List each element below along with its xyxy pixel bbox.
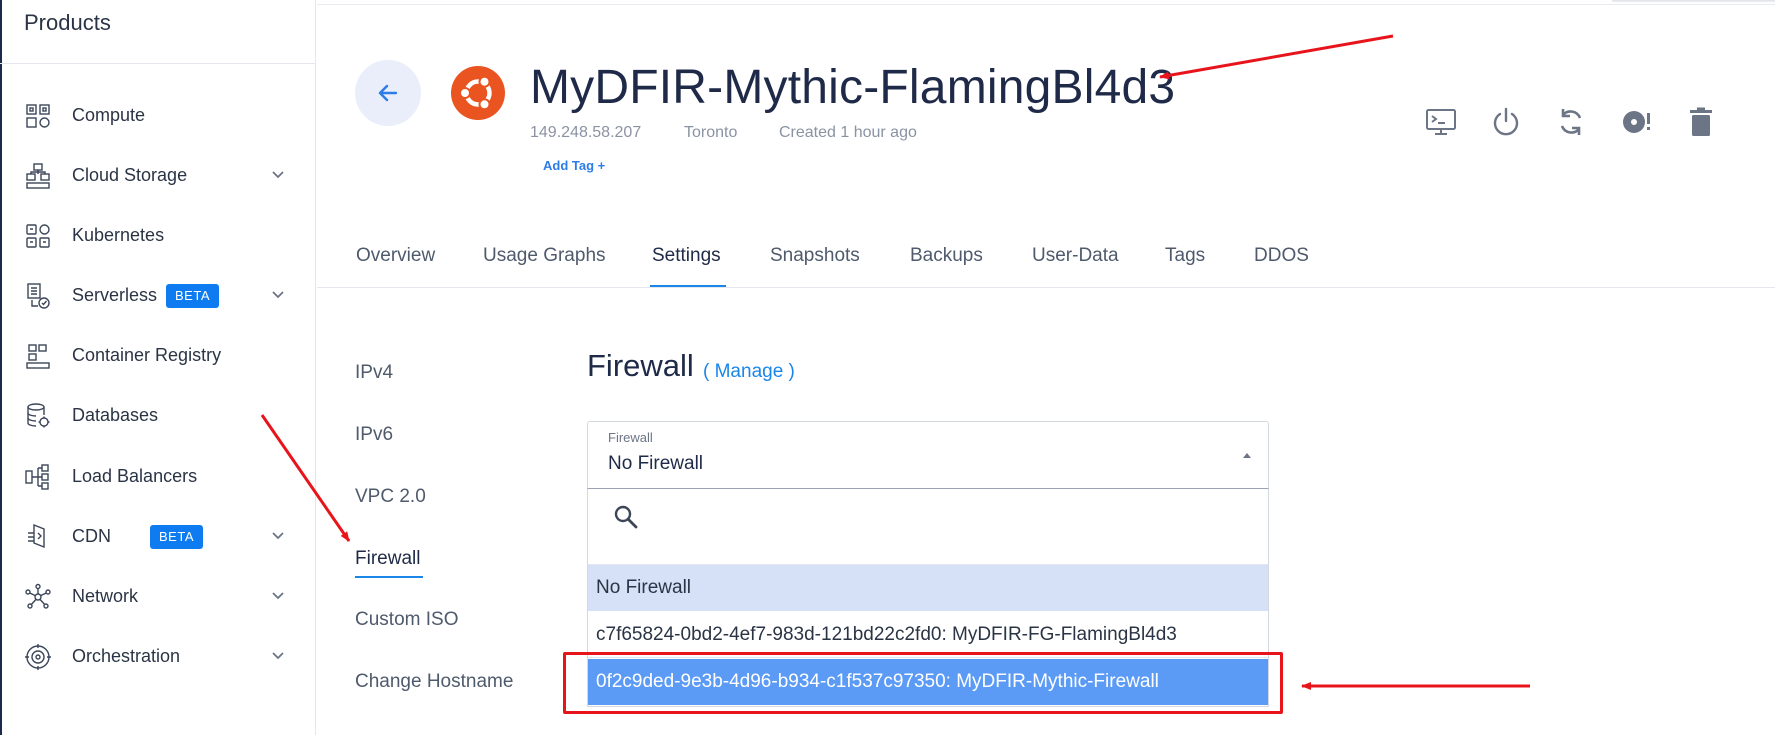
beta-badge: BETA (150, 525, 203, 549)
ubuntu-logo-icon (451, 66, 505, 120)
active-settings-indicator (355, 576, 423, 578)
firewall-manage-link[interactable]: ( Manage ) (703, 361, 795, 383)
serverless-icon (27, 283, 50, 309)
sidebar-divider (0, 63, 315, 64)
tab-usage-graphs[interactable]: Usage Graphs (483, 245, 606, 267)
sidebar-title: Products (24, 10, 111, 35)
sidebar-item-orchestration[interactable]: Orchestration (0, 634, 315, 678)
sidebar-item-label: Compute (72, 104, 146, 125)
sidebar-item-label: Databases (72, 404, 159, 425)
container-registry-icon (26, 344, 50, 369)
tab-snapshots[interactable]: Snapshots (770, 245, 860, 267)
cdn-icon (28, 523, 45, 549)
sidebar-item-label: CDN (72, 525, 111, 546)
chevron-down-icon (272, 532, 284, 540)
sidebar-item-kubernetes[interactable]: Kubernetes (0, 213, 315, 257)
sidebar-item-network[interactable]: Network (0, 574, 315, 618)
back-button[interactable] (355, 60, 421, 126)
settings-nav-ipv6[interactable]: IPv6 (355, 424, 393, 446)
tab-overview[interactable]: Overview (356, 245, 435, 267)
sidebar-item-label: Container Registry (72, 344, 222, 365)
sidebar-item-compute[interactable]: Compute (0, 93, 315, 137)
sidebar-item-serverless[interactable]: Serverless BETA (0, 273, 315, 317)
compute-icon (26, 104, 50, 128)
firewall-heading: Firewall (587, 348, 694, 383)
tabs-divider (317, 287, 1775, 288)
restart-icon[interactable] (1555, 106, 1587, 138)
sidebar-item-load-balancers[interactable]: Load Balancers (0, 454, 315, 498)
firewall-search-input[interactable] (648, 507, 1248, 537)
firewall-select-value: No Firewall (608, 453, 704, 474)
network-icon (25, 583, 51, 609)
reinstall-icon[interactable] (1620, 106, 1652, 138)
tab-settings[interactable]: Settings (652, 245, 721, 267)
trash-icon[interactable] (1685, 106, 1717, 138)
settings-nav-firewall[interactable]: Firewall (355, 548, 420, 570)
caret-up-icon (1243, 453, 1251, 458)
sidebar: Products Compute Cloud Storage Kubernete… (0, 0, 316, 735)
instance-title: MyDFIR-Mythic-FlamingBl4d3 (530, 61, 1176, 114)
tab-backups[interactable]: Backups (910, 245, 983, 267)
sidebar-item-databases[interactable]: Databases (0, 393, 315, 437)
sidebar-item-cdn[interactable]: CDN BETA (0, 514, 315, 558)
annotation-highlight-box (563, 652, 1283, 714)
sidebar-item-label: Cloud Storage (72, 164, 188, 185)
cloud-storage-icon (26, 163, 50, 189)
add-tag-link[interactable]: Add Tag + (543, 158, 605, 173)
beta-badge: BETA (166, 284, 219, 308)
tab-tags[interactable]: Tags (1165, 245, 1205, 267)
chevron-down-icon (272, 171, 284, 179)
top-shadow (1612, 0, 1775, 3)
tab-ddos[interactable]: DDOS (1254, 245, 1309, 267)
kubernetes-icon (26, 224, 50, 248)
console-icon[interactable] (1425, 106, 1457, 138)
sidebar-item-cloud-storage[interactable]: Cloud Storage (0, 153, 315, 197)
orchestration-icon (25, 644, 51, 670)
top-divider (317, 4, 1775, 5)
databases-icon (27, 403, 50, 428)
sidebar-item-label: Network (72, 585, 139, 606)
arrow-left-icon (378, 84, 398, 102)
firewall-select[interactable]: Firewall No Firewall (587, 421, 1269, 489)
settings-nav-ipv4[interactable]: IPv4 (355, 362, 393, 384)
instance-created: Created 1 hour ago (779, 124, 917, 141)
settings-nav-change-hostname[interactable]: Change Hostname (355, 671, 513, 693)
power-icon[interactable] (1490, 106, 1522, 138)
load-balancers-icon (25, 464, 49, 490)
instance-location: Toronto (684, 124, 738, 141)
sidebar-item-label: Serverless (72, 284, 158, 305)
sidebar-item-label: Orchestration (72, 645, 181, 666)
main-content: MyDFIR-Mythic-FlamingBl4d3 149.248.58.20… (317, 0, 1775, 735)
tab-user-data[interactable]: User-Data (1032, 245, 1119, 267)
sidebar-item-label: Load Balancers (72, 465, 198, 486)
chevron-down-icon (272, 291, 284, 299)
chevron-down-icon (272, 592, 284, 600)
search-icon (614, 505, 638, 529)
settings-nav-vpc[interactable]: VPC 2.0 (355, 486, 426, 508)
chevron-down-icon (272, 652, 284, 660)
instance-ip: 149.248.58.207 (530, 124, 642, 141)
sidebar-item-container-registry[interactable]: Container Registry (0, 333, 315, 377)
firewall-select-label: Firewall (608, 430, 653, 445)
firewall-search-row (588, 489, 1268, 565)
firewall-option-none[interactable]: No Firewall (588, 565, 1268, 611)
sidebar-item-label: Kubernetes (72, 224, 165, 245)
settings-nav-custom-iso[interactable]: Custom ISO (355, 609, 458, 631)
